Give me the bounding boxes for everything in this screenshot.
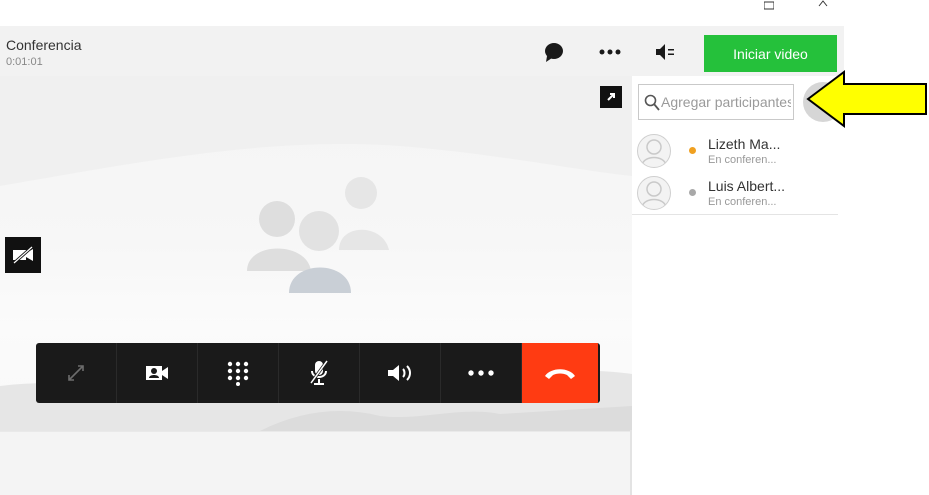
expand-icon[interactable] (600, 86, 622, 108)
more-icon[interactable] (598, 40, 622, 64)
camera-off-icon[interactable] (5, 237, 41, 273)
participant-name: Lizeth Ma... (708, 136, 781, 152)
avatar-icon (637, 176, 671, 210)
more-options-icon[interactable] (441, 343, 522, 403)
add-participant-search[interactable] (638, 84, 794, 120)
search-icon (644, 94, 660, 111)
stage-floor (0, 431, 632, 495)
status-dot (689, 189, 696, 196)
avatar-icon (637, 134, 671, 168)
fullscreen-icon[interactable] (36, 343, 117, 403)
participant-item[interactable]: Luis Albert... En conferen... (632, 172, 838, 215)
participant-status: En conferen... (708, 154, 777, 166)
search-input[interactable] (661, 85, 791, 119)
hangup-icon[interactable] (522, 343, 598, 403)
minimize-icon[interactable] (764, 0, 774, 10)
keypad-icon[interactable] (198, 343, 279, 403)
chat-icon[interactable] (542, 40, 566, 64)
call-header: Conferencia 0:01:01 (0, 26, 632, 76)
close-icon[interactable] (818, 0, 828, 10)
participant-name: Luis Albert... (708, 178, 786, 194)
participant-status: En conferen... (708, 196, 777, 208)
conference-window: Conferencia 0:01:01 Iniciar video Agrega… (0, 0, 929, 495)
call-controls-toolbar (36, 343, 600, 403)
call-title: Conferencia (6, 37, 82, 53)
group-icon (243, 175, 393, 305)
start-video-button[interactable]: Iniciar video (704, 35, 837, 72)
status-dot (689, 147, 696, 154)
arrow-annotation-icon (806, 70, 927, 128)
video-camera-icon[interactable] (117, 343, 198, 403)
speaker-settings-icon[interactable] (653, 40, 677, 64)
participant-item[interactable]: Lizeth Ma... En conferen... (632, 130, 838, 173)
volume-icon[interactable] (360, 343, 441, 403)
mic-muted-icon[interactable] (279, 343, 360, 403)
call-timer: 0:01:01 (6, 56, 43, 68)
